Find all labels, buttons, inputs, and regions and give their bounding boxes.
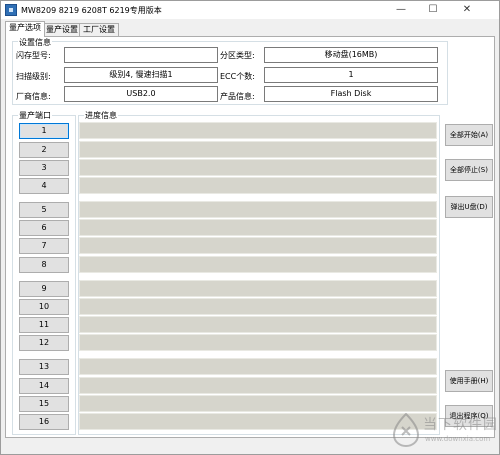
progress-bar-6: [79, 219, 437, 236]
minimize-button[interactable]: —: [387, 1, 415, 19]
tab-production-settings[interactable]: 量产设置: [42, 23, 82, 36]
port-button-1[interactable]: 1: [19, 123, 69, 139]
port-button-9[interactable]: 9: [19, 281, 69, 297]
stop-all-button[interactable]: 全部停止(S): [445, 159, 493, 181]
port-button-14[interactable]: 14: [19, 378, 69, 394]
tab-production-options[interactable]: 量产选项: [5, 21, 45, 37]
flash-model-field[interactable]: [64, 47, 218, 63]
progress-bar-15: [79, 395, 437, 412]
manual-button[interactable]: 使用手册(H): [445, 370, 493, 392]
port-button-2[interactable]: 2: [19, 142, 69, 158]
ports-group-label: 量产端口: [18, 110, 52, 121]
progress-group-label: 进度信息: [84, 110, 118, 121]
progress-bar-3: [79, 159, 437, 176]
progress-bar-14: [79, 377, 437, 394]
tab-factory-settings[interactable]: 工厂设置: [79, 23, 119, 36]
vendor-field[interactable]: USB2.0: [64, 86, 218, 102]
port-button-6[interactable]: 6: [19, 220, 69, 236]
eject-usb-button[interactable]: 弹出U盘(D): [445, 196, 493, 218]
watermark: 当下软件园 www.downxia.com: [393, 413, 497, 453]
progress-bar-2: [79, 141, 437, 158]
scan-level-label: 扫描级别:: [16, 72, 51, 81]
progress-bar-1: [79, 122, 437, 139]
port-button-16[interactable]: 16: [19, 414, 69, 430]
port-button-13[interactable]: 13: [19, 359, 69, 375]
progress-bar-16: [79, 413, 437, 430]
port-button-10[interactable]: 10: [19, 299, 69, 315]
progress-bar-13: [79, 358, 437, 375]
app-window: MW8209 8219 6208T 6219专用版本 — ☐ ✕ 量产选项 量产…: [0, 0, 500, 455]
settings-group-label: 设置信息: [18, 37, 52, 48]
ecc-field[interactable]: 1: [264, 67, 438, 83]
window-title: MW8209 8219 6208T 6219专用版本: [21, 6, 162, 15]
vendor-label: 厂商信息:: [16, 92, 51, 101]
scan-level-field[interactable]: 级别4, 慢速扫描1: [64, 67, 218, 83]
watermark-brand: 当下软件园: [423, 417, 498, 433]
port-button-8[interactable]: 8: [19, 257, 69, 273]
progress-bar-11: [79, 316, 437, 333]
progress-bar-12: [79, 334, 437, 351]
maximize-button[interactable]: ☐: [419, 1, 447, 19]
progress-bar-7: [79, 237, 437, 254]
port-button-12[interactable]: 12: [19, 335, 69, 351]
flash-model-label: 闪存型号:: [16, 51, 51, 60]
product-field[interactable]: Flash Disk: [264, 86, 438, 102]
app-icon: [5, 4, 17, 16]
port-button-3[interactable]: 3: [19, 160, 69, 176]
progress-bar-10: [79, 298, 437, 315]
partition-type-field[interactable]: 移动盘(16MB): [264, 47, 438, 63]
port-button-5[interactable]: 5: [19, 202, 69, 218]
port-button-11[interactable]: 11: [19, 317, 69, 333]
progress-bar-4: [79, 177, 437, 194]
watermark-logo-icon: [393, 413, 419, 447]
progress-bar-9: [79, 280, 437, 297]
product-label: 产品信息:: [220, 92, 255, 101]
port-button-4[interactable]: 4: [19, 178, 69, 194]
port-button-7[interactable]: 7: [19, 238, 69, 254]
close-button[interactable]: ✕: [453, 1, 481, 19]
partition-type-label: 分区类型:: [220, 51, 255, 60]
start-all-button[interactable]: 全部开始(A): [445, 124, 493, 146]
progress-bar-8: [79, 256, 437, 273]
progress-bar-5: [79, 201, 437, 218]
watermark-url: www.downxia.com: [425, 435, 491, 443]
ecc-label: ECC个数:: [220, 72, 255, 81]
port-button-15[interactable]: 15: [19, 396, 69, 412]
title-bar[interactable]: MW8209 8219 6208T 6219专用版本 — ☐ ✕: [1, 1, 499, 19]
